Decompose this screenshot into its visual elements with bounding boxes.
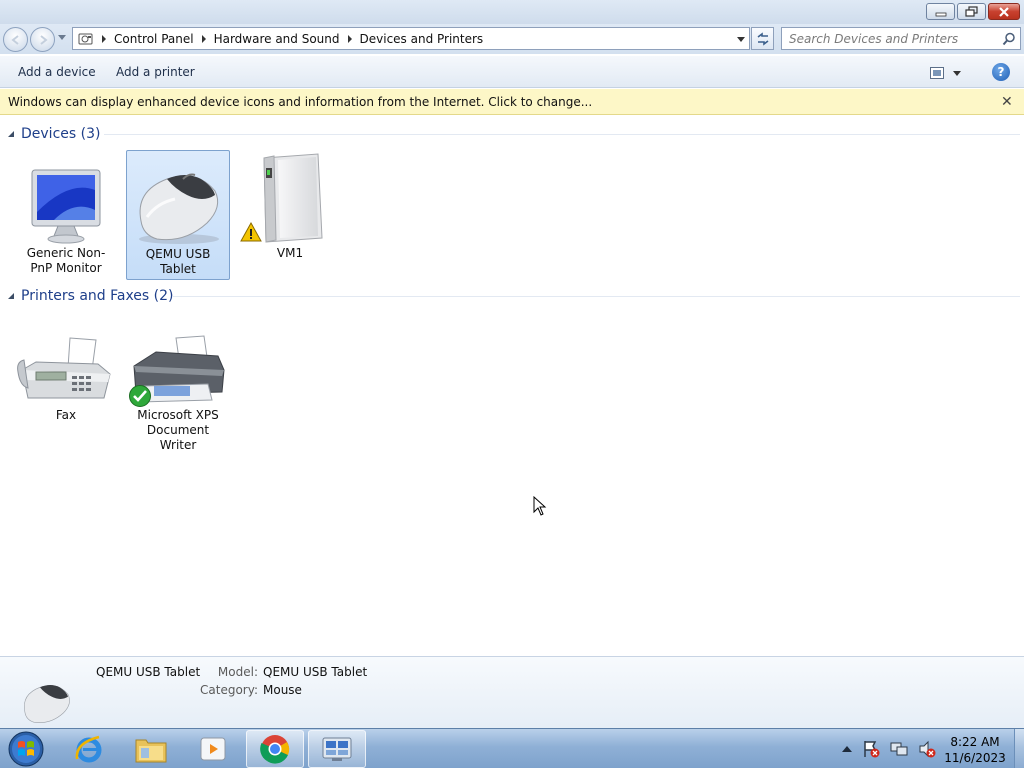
- details-device-name: QEMU USB Tablet: [96, 665, 201, 679]
- windows-logo-icon: [8, 731, 44, 767]
- restore-button[interactable]: [957, 3, 986, 20]
- chrome-icon: [260, 735, 290, 764]
- close-info-bar-icon[interactable]: ✕: [1001, 94, 1013, 110]
- back-arrow-icon: [10, 34, 19, 45]
- refresh-icon: [757, 31, 768, 46]
- command-bar: Add a device Add a printer ?: [0, 56, 1024, 88]
- taskbar-media-player[interactable]: [184, 730, 242, 768]
- printers-group-header[interactable]: Printers and Faxes (2): [8, 286, 174, 306]
- info-bar[interactable]: Windows can display enhanced device icon…: [0, 89, 1024, 115]
- group-divider: [172, 296, 1020, 297]
- breadcrumb-separator[interactable]: [201, 34, 206, 43]
- recent-pages-dropdown[interactable]: [58, 35, 66, 41]
- chevron-down-icon[interactable]: [953, 70, 961, 76]
- navigation-bar: Control Panel Hardware and Sound Devices…: [0, 24, 1024, 54]
- restore-icon: [964, 5, 978, 17]
- clock-date: 11/6/2023: [944, 751, 1006, 765]
- action-center-icon[interactable]: [862, 740, 880, 758]
- clock[interactable]: 8:22 AM 11/6/2023: [940, 734, 1010, 766]
- close-button[interactable]: [988, 3, 1020, 20]
- back-button[interactable]: [3, 27, 28, 52]
- help-icon: ?: [997, 65, 1005, 79]
- change-view-button[interactable]: [930, 65, 968, 81]
- group-title: Printers and Faxes (2): [21, 288, 174, 304]
- group-divider: [104, 134, 1020, 135]
- taskbar: 8:22 AM 11/6/2023: [0, 728, 1024, 768]
- search-box[interactable]: [781, 27, 1021, 50]
- info-bar-text[interactable]: Windows can display enhanced device icon…: [8, 95, 592, 109]
- details-category-value: Mouse: [263, 683, 302, 697]
- device-tile-qemu-usb-tablet[interactable]: QEMU USB Tablet: [126, 150, 230, 280]
- forward-button[interactable]: [30, 27, 55, 52]
- collapse-triangle-icon[interactable]: [8, 131, 14, 137]
- taskbar-internet-explorer[interactable]: [60, 730, 118, 768]
- collapse-triangle-icon[interactable]: [8, 293, 14, 299]
- show-hidden-icons-icon[interactable]: [842, 745, 852, 753]
- taskbar-windows-explorer[interactable]: [122, 730, 180, 768]
- taskbar-devices-and-printers[interactable]: [308, 730, 366, 768]
- address-history-dropdown[interactable]: [737, 37, 745, 42]
- breadcrumb-devices-and-printers[interactable]: Devices and Printers: [360, 32, 484, 46]
- view-icon: [930, 67, 944, 79]
- system-tray: [842, 729, 936, 768]
- taskbar-chrome[interactable]: [246, 730, 304, 768]
- breadcrumb-hardware-and-sound[interactable]: Hardware and Sound: [214, 32, 340, 46]
- printer-icon: [126, 312, 230, 408]
- device-label: Fax: [55, 408, 77, 422]
- breadcrumb-separator[interactable]: [347, 34, 352, 43]
- device-label: Microsoft XPS Document Writer: [137, 408, 219, 452]
- devices-and-printers-icon: [322, 737, 352, 761]
- device-tile-vm1[interactable]: VM1: [238, 150, 342, 261]
- title-bar: [0, 0, 1024, 24]
- start-button[interactable]: [6, 730, 46, 768]
- search-input[interactable]: [782, 28, 992, 49]
- device-label: VM1: [276, 246, 304, 260]
- device-tile-xps-document-writer[interactable]: Microsoft XPS Document Writer: [126, 312, 230, 453]
- computer-tower-icon: [238, 150, 342, 246]
- warning-icon: [240, 222, 262, 242]
- control-panel-icon: [78, 33, 93, 44]
- media-player-icon: [200, 737, 226, 761]
- device-tile-fax[interactable]: Fax: [14, 312, 118, 423]
- show-desktop-button[interactable]: [1014, 729, 1024, 768]
- details-model-value: QEMU USB Tablet: [263, 665, 368, 679]
- close-icon: [999, 6, 1009, 17]
- devices-group-header[interactable]: Devices (3): [8, 124, 100, 144]
- breadcrumb-control-panel[interactable]: Control Panel: [114, 32, 194, 46]
- monitor-icon: [14, 150, 118, 246]
- search-icon[interactable]: [1002, 32, 1016, 46]
- details-model-label: Model:: [217, 665, 258, 679]
- help-button[interactable]: ?: [992, 63, 1010, 81]
- minimize-icon: [935, 12, 946, 16]
- mouse-cursor-icon: [533, 496, 547, 516]
- breadcrumb-separator[interactable]: [102, 34, 106, 43]
- details-category-label: Category:: [200, 683, 258, 697]
- forward-arrow-icon: [39, 34, 48, 45]
- clock-time: 8:22 AM: [950, 735, 1000, 749]
- group-title: Devices (3): [21, 126, 101, 142]
- minimize-button[interactable]: [926, 3, 955, 20]
- device-label: QEMU USB Tablet: [145, 247, 211, 276]
- internet-explorer-icon: [75, 735, 102, 763]
- refresh-button[interactable]: [751, 27, 774, 50]
- details-pane: QEMU USB Tablet Model: QEMU USB Tablet C…: [0, 656, 1024, 728]
- device-tile-generic-monitor[interactable]: Generic Non-PnP Monitor: [14, 150, 118, 276]
- windows-explorer-icon: [135, 739, 167, 763]
- volume-muted-icon[interactable]: [918, 740, 936, 758]
- add-printer-button[interactable]: Add a printer: [116, 65, 195, 79]
- add-device-button[interactable]: Add a device: [18, 65, 96, 79]
- device-list: Devices (3) Generic Non-PnP Monitor QEMU…: [0, 116, 1024, 656]
- fax-icon: [14, 312, 118, 408]
- selected-device-mouse-icon: [24, 685, 70, 723]
- device-label: Generic Non-PnP Monitor: [26, 246, 106, 275]
- network-icon[interactable]: [890, 740, 908, 758]
- default-printer-check-icon: [129, 385, 151, 407]
- address-bar[interactable]: Control Panel Hardware and Sound Devices…: [72, 27, 750, 50]
- mouse-icon: [127, 151, 231, 247]
